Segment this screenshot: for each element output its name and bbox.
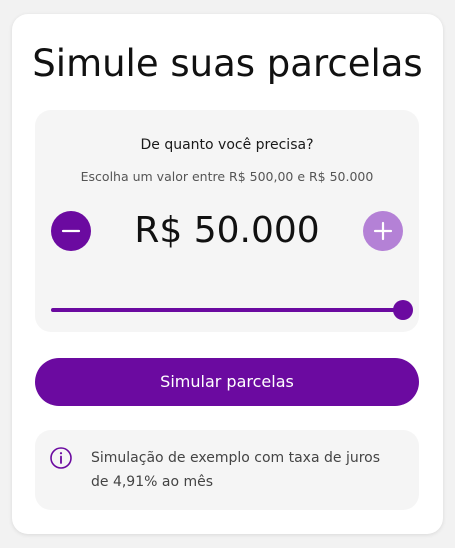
- info-text: Simulação de exemplo com taxa de juros d…: [91, 450, 381, 490]
- slider-fill: [51, 308, 403, 312]
- amount-panel: De quanto você precisa? Escolha um valor…: [35, 110, 419, 332]
- amount-slider[interactable]: [51, 300, 413, 320]
- amount-range-hint: Escolha um valor entre R$ 500,00 e R$ 50…: [80, 169, 374, 184]
- plus-icon: [373, 221, 393, 241]
- info-icon: [49, 446, 73, 470]
- page-title: Simule suas parcelas: [32, 42, 423, 85]
- slider-thumb[interactable]: [393, 300, 413, 320]
- simulate-button[interactable]: Simular parcelas: [35, 358, 419, 406]
- amount-question: De quanto você precisa?: [140, 137, 314, 153]
- amount-value: R$ 50.000: [134, 210, 320, 251]
- increase-amount-button[interactable]: [363, 211, 403, 251]
- simulation-card: Simule suas parcelas De quanto você prec…: [12, 14, 443, 534]
- info-box: Simulação de exemplo com taxa de juros d…: [35, 430, 419, 510]
